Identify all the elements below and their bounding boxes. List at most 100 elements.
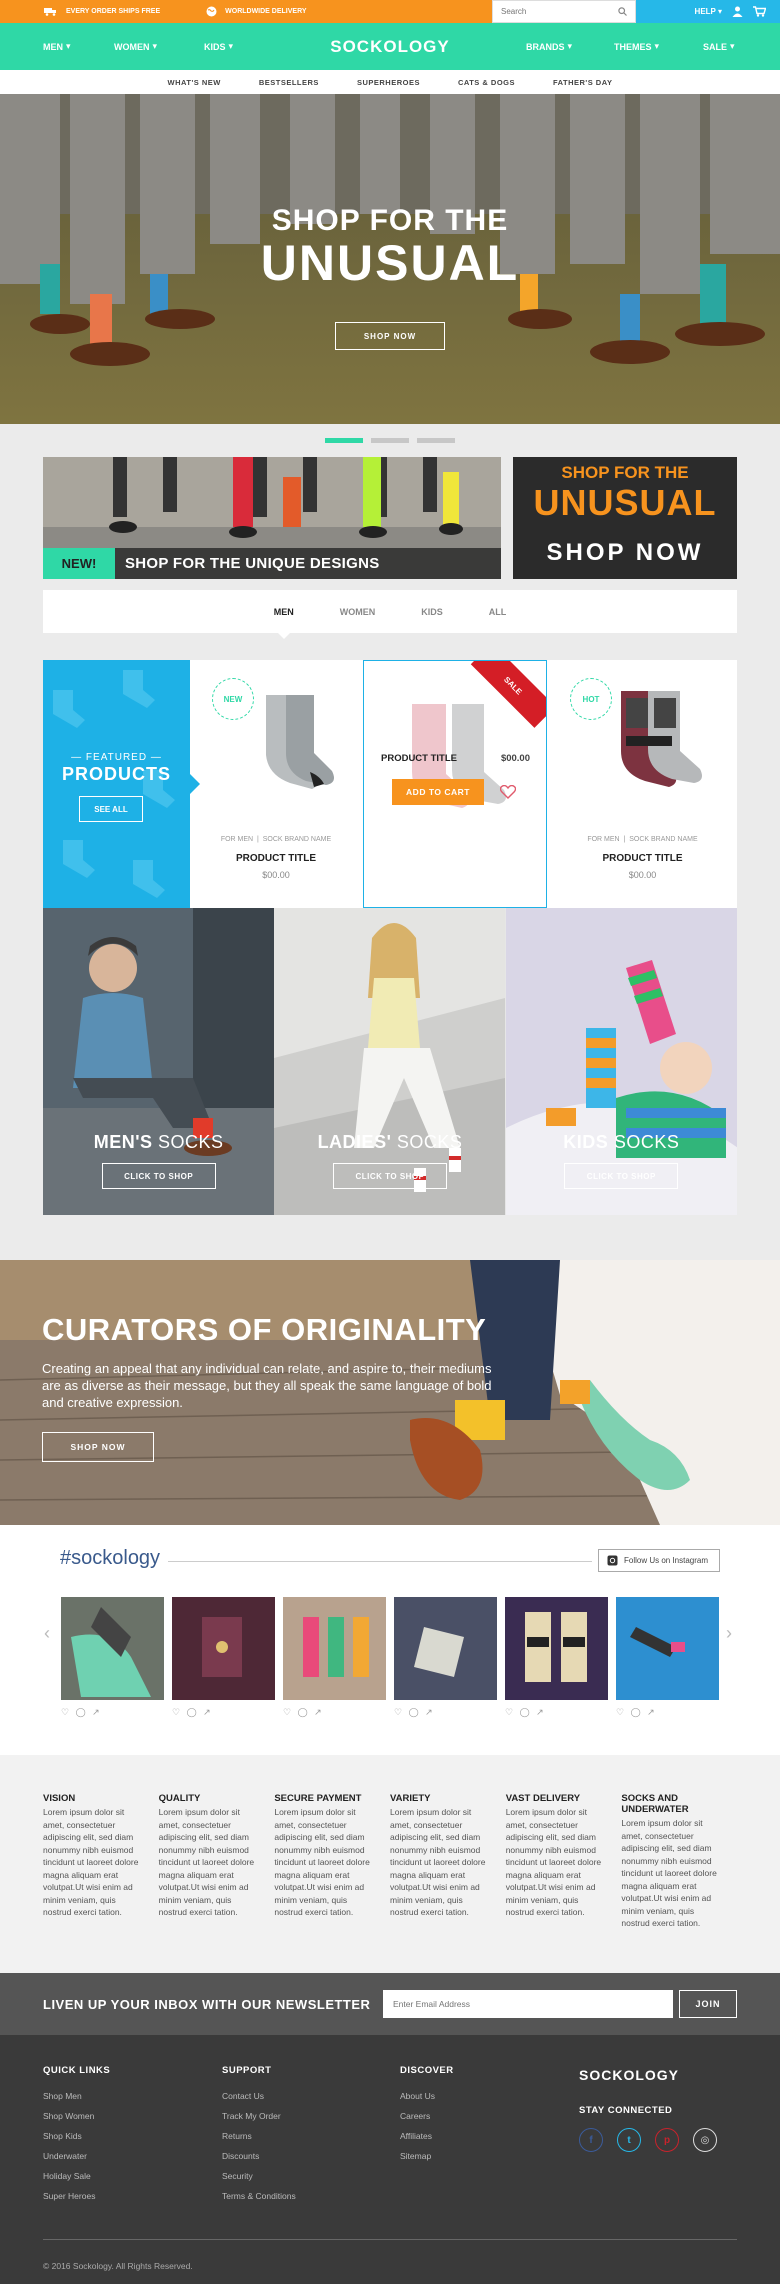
category-ladies[interactable]: LADIES' SOCKS CLICK TO SHOP [274, 908, 506, 1215]
hero-shop-now-button[interactable]: SHOP NOW [335, 322, 445, 350]
footer-link-returns[interactable]: Returns [222, 2126, 296, 2146]
product-card-3[interactable]: HOT FOR MEN | SOCK BRAND NAME PRODUCT TI… [548, 660, 737, 908]
category-ladies-button[interactable]: CLICK TO SHOP [332, 1163, 447, 1189]
category-tiles: MEN'S SOCKS CLICK TO SHOP LADIES' SOCKS … [43, 908, 737, 1215]
promo-shop-unusual[interactable]: SHOP FOR THE UNUSUAL SHOP NOW [513, 457, 737, 579]
newsletter-join-button[interactable]: JOIN [679, 1990, 737, 2018]
curators-shop-now-button[interactable]: SHOP NOW [42, 1432, 154, 1462]
hero-line1: SHOP FOR THE [271, 204, 509, 237]
insta-image-1 [61, 1597, 164, 1700]
category-men-button[interactable]: CLICK TO SHOP [101, 1163, 216, 1189]
cart-icon[interactable] [753, 6, 766, 17]
heart-icon[interactable] [500, 785, 516, 799]
slide-dot-1[interactable] [325, 438, 363, 443]
insta-photo-1[interactable] [61, 1597, 164, 1700]
footer-link-security[interactable]: Security [222, 2166, 296, 2186]
insta-photo-5[interactable] [505, 1597, 608, 1700]
footer-link-about[interactable]: About Us [400, 2086, 454, 2106]
carousel-next-icon[interactable]: › [726, 1623, 732, 1644]
footer-link-contact[interactable]: Contact Us [222, 2086, 296, 2106]
nav-themes[interactable]: THEMES ▾ [614, 41, 659, 52]
subnav-bestsellers[interactable]: BESTSELLERS [259, 78, 319, 87]
twitter-icon[interactable]: t [617, 2128, 641, 2152]
footer-link-affiliates[interactable]: Affiliates [400, 2126, 454, 2146]
insta-actions-4[interactable]: ♡ ◯ ↗ [394, 1707, 435, 1718]
subnav-cats-dogs[interactable]: CATS & DOGS [458, 78, 515, 87]
tab-women[interactable]: WOMEN [340, 590, 376, 633]
tab-men[interactable]: MEN [274, 590, 294, 639]
subnav-fathers-day[interactable]: FATHER'S DAY [553, 78, 612, 87]
insta-actions-6[interactable]: ♡ ◯ ↗ [616, 1707, 657, 1718]
product-card-2[interactable]: SALE PRODUCT TITLE $00.00 ADD TO CART [363, 660, 547, 908]
footer-link-super-heroes[interactable]: Super Heroes [43, 2186, 110, 2206]
add-to-cart-button[interactable]: ADD TO CART [392, 779, 484, 805]
tab-kids[interactable]: KIDS [421, 590, 443, 633]
perk-free-shipping-text: EVERY ORDER SHIPS FREE [66, 8, 161, 15]
free-shipping-perk: EVERY ORDER SHIPS FREE [44, 7, 160, 16]
feature-vast-delivery-text: Lorem ipsum dolor sit amet, consectetuer… [505, 1807, 602, 1917]
feature-socks-underwater-text: Lorem ipsum dolor sit amet, consectetuer… [621, 1818, 717, 1928]
carousel-prev-icon[interactable]: ‹ [44, 1623, 50, 1644]
footer-link-shop-women[interactable]: Shop Women [43, 2106, 110, 2126]
footer-link-careers[interactable]: Careers [400, 2106, 454, 2126]
footer-brand: SOCKOLOGY STAY CONNECTED f t p ◎ [579, 2067, 717, 2152]
search-icon[interactable] [618, 7, 627, 16]
footer-support: SUPPORT Contact Us Track My Order Return… [222, 2065, 296, 2206]
insta-actions-3[interactable]: ♡ ◯ ↗ [283, 1707, 324, 1718]
footer-link-discounts[interactable]: Discounts [222, 2146, 296, 2166]
featured-label-top-text: FEATURED [85, 752, 148, 763]
newsletter-email-input[interactable] [383, 1990, 673, 2018]
featured-panel: — FEATURED — PRODUCTS SEE ALL [43, 660, 200, 908]
nav-sale[interactable]: SALE ▾ [703, 41, 735, 52]
footer-logo[interactable]: SOCKOLOGY [579, 2067, 717, 2083]
search-input[interactable] [501, 7, 601, 16]
facebook-icon[interactable]: f [579, 2128, 603, 2152]
insta-photo-6[interactable] [616, 1597, 719, 1700]
follow-instagram-button[interactable]: Follow Us on Instagram [598, 1549, 720, 1572]
footer-link-shop-kids[interactable]: Shop Kids [43, 2126, 110, 2146]
instagram-icon[interactable]: ◎ [693, 2128, 717, 2152]
insta-actions-5[interactable]: ♡ ◯ ↗ [505, 1707, 546, 1718]
curators-body: Creating an appeal that any individual c… [42, 1361, 492, 1410]
category-men-bold: MEN'S [93, 1132, 153, 1152]
truck-icon [44, 8, 56, 16]
see-all-button[interactable]: SEE ALL [79, 796, 143, 822]
search-box[interactable] [492, 0, 636, 23]
footer-link-holiday-sale[interactable]: Holiday Sale [43, 2166, 110, 2186]
category-kids[interactable]: KIDS SOCKS CLICK TO SHOP [505, 908, 737, 1215]
footer-link-track-order[interactable]: Track My Order [222, 2106, 296, 2126]
category-men[interactable]: MEN'S SOCKS CLICK TO SHOP [43, 908, 275, 1215]
slide-dot-3[interactable] [417, 438, 455, 443]
insta-photo-4[interactable] [394, 1597, 497, 1700]
insta-actions-1[interactable]: ♡ ◯ ↗ [61, 1707, 102, 1718]
user-icon[interactable] [732, 6, 743, 17]
footer-link-shop-men[interactable]: Shop Men [43, 2086, 110, 2106]
insta-photo-2[interactable] [172, 1597, 275, 1700]
subnav-whats-new[interactable]: WHAT'S NEW [168, 78, 221, 87]
instagram-section: #sockology Follow Us on Instagram ‹ › ♡ … [0, 1525, 780, 1755]
promo-right-line2: UNUSUAL [533, 482, 717, 523]
tab-all[interactable]: ALL [489, 590, 507, 633]
insta-image-5 [505, 1597, 608, 1700]
footer-link-underwater[interactable]: Underwater [43, 2146, 110, 2166]
nav-brands[interactable]: BRANDS ▾ [526, 41, 572, 52]
footer-link-terms[interactable]: Terms & Conditions [222, 2186, 296, 2206]
category-kids-button[interactable]: CLICK TO SHOP [564, 1163, 679, 1189]
subnav-superheroes[interactable]: SUPERHEROES [357, 78, 420, 87]
promo-unique-designs[interactable]: NEW! SHOP FOR THE UNIQUE DESIGNS [43, 457, 501, 579]
promo-right-line3: SHOP NOW [546, 539, 704, 566]
product-3-title: PRODUCT TITLE [602, 853, 683, 864]
featured-label-main: PRODUCTS [61, 764, 171, 784]
social-links: f t p ◎ [579, 2128, 717, 2152]
slide-dot-2[interactable] [371, 438, 409, 443]
product-card-1[interactable]: NEW FOR MEN | SOCK BRAND NAME PRODUCT TI… [190, 660, 362, 908]
footer-link-sitemap[interactable]: Sitemap [400, 2146, 454, 2166]
insta-photo-3[interactable] [283, 1597, 386, 1700]
insta-actions-2[interactable]: ♡ ◯ ↗ [172, 1707, 213, 1718]
feature-vision-title: VISION [43, 1793, 76, 1804]
site-logo[interactable]: SOCKOLOGY [0, 37, 780, 57]
copyright-text: © 2016 Sockology. All Rights Reserved. [43, 2261, 193, 2271]
help-menu[interactable]: HELP ▾ [695, 7, 722, 16]
pinterest-icon[interactable]: p [655, 2128, 679, 2152]
help-label: HELP [694, 7, 716, 16]
